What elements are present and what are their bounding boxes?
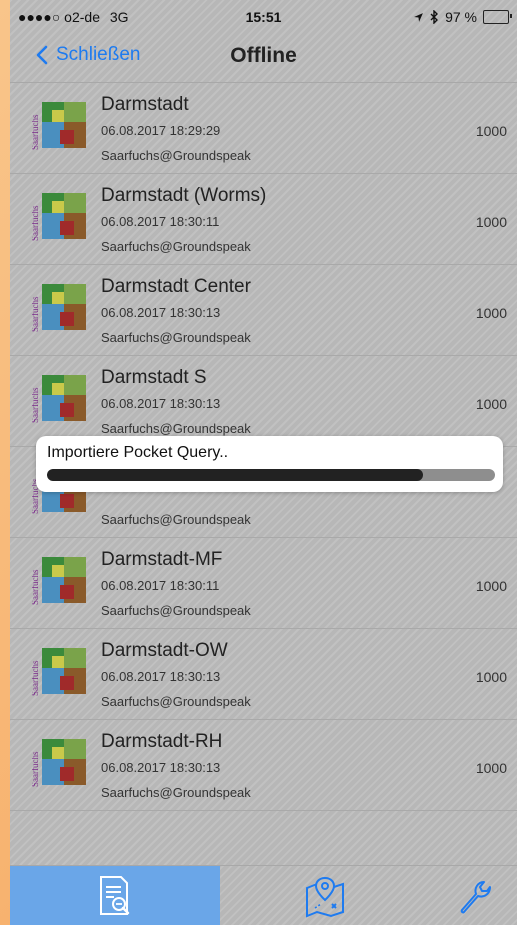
progress-bar bbox=[47, 469, 495, 481]
query-date: 06.08.2017 18:30:11 bbox=[101, 578, 220, 593]
thumbnail-label: Saarfuchs bbox=[32, 296, 40, 332]
pocket-query-thumbnail: Saarfuchs bbox=[32, 648, 86, 696]
progress-bar-fill bbox=[47, 469, 424, 481]
query-count: 1000 bbox=[475, 305, 507, 321]
pocket-query-thumbnail: Saarfuchs bbox=[32, 557, 86, 605]
document-search-icon bbox=[100, 876, 130, 915]
status-right: 97 % bbox=[413, 9, 512, 25]
query-name: Darmstadt Center bbox=[101, 276, 251, 297]
tab-map[interactable] bbox=[220, 866, 430, 925]
status-bar: ●●●●○ o2-de 3G 15:51 97 % bbox=[10, 0, 517, 34]
query-date: 06.08.2017 18:30:13 bbox=[101, 760, 221, 775]
thumbnail-label: Saarfuchs bbox=[32, 114, 40, 150]
query-owner: Saarfuchs@Groundspeak bbox=[101, 512, 251, 527]
query-count: 1000 bbox=[475, 396, 507, 412]
map-marker-icon bbox=[306, 876, 344, 918]
pocket-query-row[interactable]: Saarfuchs Darmstadt 06.08.2017 18:29:29 … bbox=[10, 83, 517, 174]
query-name: Darmstadt (Worms) bbox=[101, 185, 267, 206]
thumbnail-label: Saarfuchs bbox=[32, 387, 40, 423]
tab-offline-queries[interactable] bbox=[10, 866, 220, 925]
query-owner: Saarfuchs@Groundspeak bbox=[101, 330, 251, 345]
navigation-bar: Schließen Offline bbox=[10, 34, 517, 83]
pocket-query-row[interactable]: Saarfuchs Darmstadt (Worms) 06.08.2017 1… bbox=[10, 174, 517, 265]
app-screen: ●●●●○ o2-de 3G 15:51 97 % Schließen Offl… bbox=[10, 0, 517, 925]
pocket-query-thumbnail: Saarfuchs bbox=[32, 284, 86, 332]
query-date: 06.08.2017 18:30:13 bbox=[101, 305, 221, 320]
battery-percent: 97 % bbox=[445, 9, 477, 25]
location-arrow-icon bbox=[414, 12, 423, 22]
thumbnail-label: Saarfuchs bbox=[32, 569, 40, 605]
progress-label: Importiere Pocket Query.. bbox=[47, 444, 229, 461]
wrench-icon bbox=[460, 881, 491, 914]
pocket-query-row[interactable]: Saarfuchs Darmstadt-OW 06.08.2017 18:30:… bbox=[10, 629, 517, 720]
query-date: 06.08.2017 18:30:13 bbox=[101, 669, 221, 684]
pocket-query-row[interactable]: Saarfuchs Darmstadt S 06.08.2017 18:30:1… bbox=[10, 356, 517, 447]
query-date: 06.08.2017 18:30:11 bbox=[101, 214, 220, 229]
query-name: Darmstadt-RH bbox=[101, 731, 223, 752]
pocket-query-thumbnail: Saarfuchs bbox=[32, 739, 86, 787]
pocket-query-row[interactable]: Saarfuchs Darmstadt Center 06.08.2017 18… bbox=[10, 265, 517, 356]
query-count: 1000 bbox=[475, 578, 507, 594]
thumbnail-label: Saarfuchs bbox=[32, 660, 40, 696]
query-owner: Saarfuchs@Groundspeak bbox=[101, 694, 251, 709]
query-name: Darmstadt-OW bbox=[101, 640, 228, 661]
pocket-query-row[interactable]: Saarfuchs Darmstadt-RH 06.08.2017 18:30:… bbox=[10, 720, 517, 811]
bluetooth-icon bbox=[430, 10, 439, 24]
tab-bar bbox=[10, 865, 517, 925]
query-owner: Saarfuchs@Groundspeak bbox=[101, 148, 251, 163]
query-count: 1000 bbox=[475, 214, 507, 230]
query-name: Darmstadt bbox=[101, 94, 189, 115]
query-date: 06.08.2017 18:30:13 bbox=[101, 396, 221, 411]
query-owner: Saarfuchs@Groundspeak bbox=[101, 239, 251, 254]
query-count: 1000 bbox=[475, 669, 507, 685]
tab-settings[interactable] bbox=[430, 866, 517, 925]
pocket-query-thumbnail: Saarfuchs bbox=[32, 193, 86, 241]
battery-icon bbox=[483, 10, 512, 24]
thumbnail-label: Saarfuchs bbox=[32, 205, 40, 241]
import-progress-dialog: Importiere Pocket Query.. bbox=[36, 436, 503, 492]
query-date: 06.08.2017 18:29:29 bbox=[101, 123, 221, 138]
query-count: 1000 bbox=[475, 760, 507, 776]
query-name: Darmstadt-MF bbox=[101, 549, 223, 570]
thumbnail-label: Saarfuchs bbox=[32, 751, 40, 787]
query-owner: Saarfuchs@Groundspeak bbox=[101, 421, 251, 436]
pocket-query-thumbnail: Saarfuchs bbox=[32, 375, 86, 423]
query-owner: Saarfuchs@Groundspeak bbox=[101, 785, 251, 800]
page-title: Offline bbox=[230, 44, 297, 67]
pocket-query-row[interactable]: Saarfuchs Darmstadt-MF 06.08.2017 18:30:… bbox=[10, 538, 517, 629]
query-count: 1000 bbox=[475, 123, 507, 139]
query-owner: Saarfuchs@Groundspeak bbox=[101, 603, 251, 618]
query-name: Darmstadt S bbox=[101, 367, 207, 388]
pocket-query-thumbnail: Saarfuchs bbox=[32, 102, 86, 150]
